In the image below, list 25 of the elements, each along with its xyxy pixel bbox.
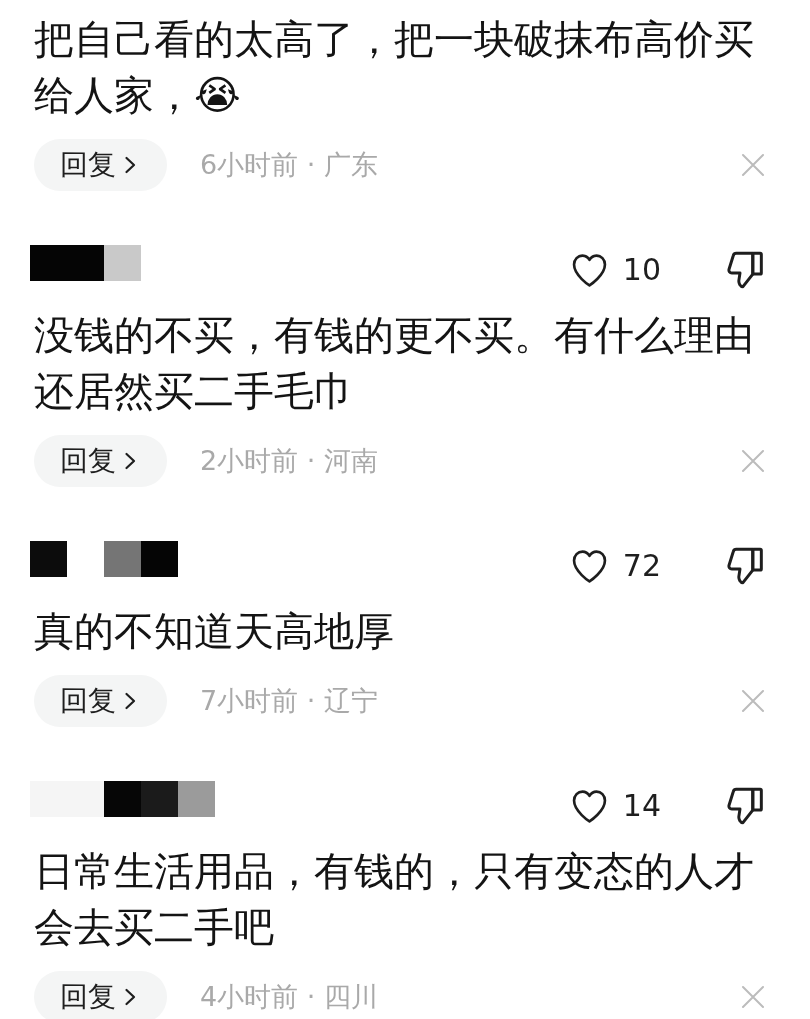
chevron-right-icon: [124, 691, 137, 711]
heart-icon[interactable]: [570, 789, 608, 823]
like-count: 14: [622, 789, 661, 823]
comment-text: 真的不知道天高地厚: [34, 608, 394, 654]
like-count: 10: [622, 253, 661, 287]
comment-text: 没钱的不买，有钱的更不买。有什么理由还居然买二手毛巾: [34, 312, 754, 414]
chevron-right-icon: [124, 451, 137, 471]
heart-icon[interactable]: [570, 549, 608, 583]
chevron-right-icon: [124, 155, 137, 175]
heart-icon[interactable]: [570, 253, 608, 287]
reply-button[interactable]: 回复: [34, 675, 167, 727]
comment-time-location: 7小时前 · 辽宁: [200, 683, 378, 718]
comment-time-location: 6小时前 · 广东: [200, 147, 378, 182]
comment-time-location: 2小时前 · 河南: [200, 443, 378, 478]
reply-button[interactable]: 回复: [34, 971, 167, 1019]
chevron-right-icon: [124, 987, 137, 1007]
comment-text: 把自己看的太高了，把一块破抹布高价买给人家，😭: [34, 16, 754, 118]
reply-button[interactable]: 回复: [34, 435, 167, 487]
comment-time-location: 4小时前 · 四川: [200, 979, 378, 1014]
reply-button[interactable]: 回复: [34, 139, 167, 191]
thumbs-down-icon[interactable]: [727, 787, 763, 825]
thumbs-down-icon[interactable]: [727, 547, 763, 585]
thumbs-down-icon[interactable]: [727, 251, 763, 289]
like-count: 72: [622, 549, 661, 583]
comment-text: 日常生活用品，有钱的，只有变态的人才会去买二手吧: [34, 848, 754, 950]
